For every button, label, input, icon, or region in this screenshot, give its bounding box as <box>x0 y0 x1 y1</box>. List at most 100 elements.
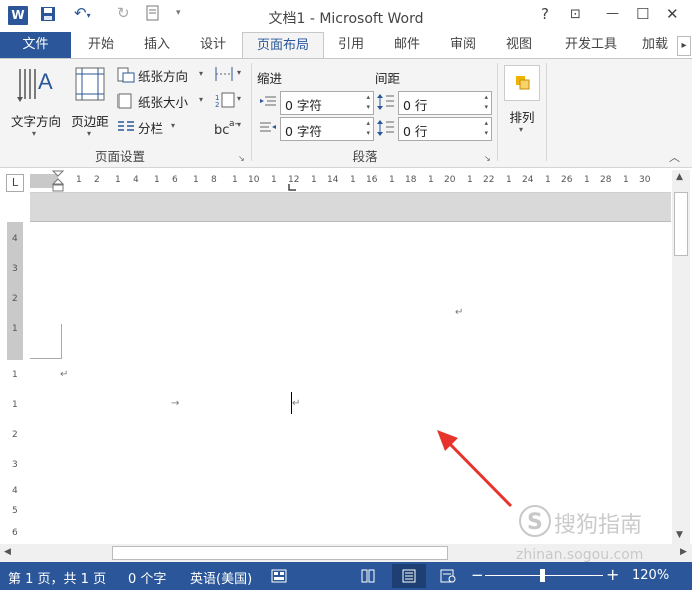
tab-mailings[interactable]: 邮件 <box>386 32 428 58</box>
tab-selector-button[interactable]: L <box>6 174 24 192</box>
line-numbers-button[interactable]: 12 ▾ <box>214 91 246 111</box>
web-layout-icon[interactable] <box>440 569 456 583</box>
size-button[interactable]: 纸张大小 ▾ <box>117 91 213 111</box>
word-count[interactable]: 0 个字 <box>128 568 166 587</box>
tab-view[interactable]: 视图 <box>498 32 540 58</box>
spin-down-icon[interactable]: ▾ <box>366 129 370 137</box>
tab-scroll-right-icon[interactable]: ▸ <box>677 36 691 56</box>
spin-down-icon[interactable]: ▾ <box>366 103 370 111</box>
ruler-tick: 4 <box>12 234 18 244</box>
status-bar: 第 1 页，共 1 页 0 个字 英语(美国) − + 120% <box>0 562 692 590</box>
ruler-tick: 1 <box>545 175 551 185</box>
text-direction-button[interactable]: A 文字方向 ▾ <box>6 63 66 141</box>
group-separator <box>251 63 252 161</box>
indent-right-icon <box>260 122 276 132</box>
indent-left-icon <box>260 96 276 106</box>
ruler-tick: 1 <box>115 175 121 185</box>
language-indicator[interactable]: 英语(美国) <box>190 568 252 587</box>
svg-text:A: A <box>38 69 53 94</box>
arrange-label: 排列 <box>509 110 535 125</box>
svg-text:bc: bc <box>214 123 229 137</box>
ruler-tick: 1 <box>389 175 395 185</box>
ruler-tick: 1 <box>271 175 277 185</box>
vertical-scroll-thumb[interactable] <box>674 192 688 256</box>
paragraph-group-label: 段落 <box>352 149 378 164</box>
title-bar: W ↶▾ ↻ ▾ 文档1 - Microsoft Word ? ⊡ — ☐ ✕ <box>0 0 692 32</box>
vertical-ruler[interactable]: 4 3 2 1 1 1 2 3 4 5 6 <box>5 222 25 544</box>
spin-up-icon[interactable]: ▴ <box>366 119 370 127</box>
page-setup-launcher-icon[interactable]: ↘ <box>238 154 245 163</box>
tab-insert[interactable]: 插入 <box>136 32 178 58</box>
ruler-tick: 1 <box>12 324 18 334</box>
ruler-tick: 3 <box>12 264 18 274</box>
zoom-in-button[interactable]: + <box>606 565 619 584</box>
tab-references[interactable]: 引用 <box>330 32 372 58</box>
zoom-slider-thumb[interactable] <box>540 569 545 582</box>
tab-addins[interactable]: 加载 <box>642 32 678 58</box>
group-separator <box>497 63 498 161</box>
watermark-brand: 搜狗指南 <box>554 513 643 538</box>
zoom-slider[interactable] <box>485 569 603 582</box>
text-direction-label: 文字方向 <box>10 114 61 129</box>
group-separator <box>546 63 547 161</box>
ruler-tick: 4 <box>133 175 139 185</box>
size-dropdown-icon: ▾ <box>199 95 204 104</box>
watermark-url: zhinan.sogou.com <box>516 547 644 563</box>
print-layout-button[interactable] <box>392 564 426 588</box>
margins-dropdown-icon: ▾ <box>87 129 92 138</box>
tab-developer[interactable]: 开发工具 <box>556 32 626 58</box>
tab-stop-marker-icon[interactable] <box>287 184 297 192</box>
indent-marker-icon[interactable] <box>52 170 64 194</box>
margins-button[interactable]: 页边距 ▾ <box>67 63 113 141</box>
horizontal-scroll-thumb[interactable] <box>112 546 448 560</box>
maximize-button[interactable]: ☐ <box>636 5 649 23</box>
breaks-button[interactable]: ▾ <box>214 65 246 85</box>
vertical-scrollbar[interactable]: ▲ ▼ <box>672 170 690 544</box>
close-button[interactable]: ✕ <box>666 5 679 23</box>
ruler-tick: 28 <box>600 175 612 185</box>
tab-page-layout[interactable]: 页面布局 <box>242 32 324 60</box>
size-label: 纸张大小 <box>138 95 189 110</box>
hyphenation-button[interactable]: bc a- ▾ <box>214 117 246 138</box>
macro-record-icon[interactable] <box>271 569 287 583</box>
zoom-out-button[interactable]: − <box>471 566 484 584</box>
spin-up-icon[interactable]: ▴ <box>484 93 488 101</box>
tab-file[interactable]: 文件 <box>0 32 71 58</box>
arrange-button[interactable]: 排列 ▾ <box>502 63 542 141</box>
tab-home[interactable]: 开始 <box>80 32 122 58</box>
ruler-tick: 4 <box>12 486 18 496</box>
ruler-tick: 1 <box>311 175 317 185</box>
zoom-level[interactable]: 120% <box>632 568 669 583</box>
spacing-after-input[interactable]: 0 行 ▴ ▾ <box>398 117 492 141</box>
scroll-down-icon[interactable]: ▼ <box>676 530 683 540</box>
columns-button[interactable]: 分栏 ▾ <box>117 117 187 137</box>
horizontal-ruler[interactable]: 1 2 1 4 1 6 1 8 1 10 1 12 1 14 1 16 1 18… <box>30 170 671 193</box>
print-layout-icon <box>402 569 416 583</box>
scroll-left-icon[interactable]: ◀ <box>4 547 11 557</box>
minimize-button[interactable]: — <box>606 6 619 21</box>
read-mode-icon[interactable] <box>361 569 375 583</box>
indent-right-value: 0 字符 <box>285 124 322 139</box>
spin-up-icon[interactable]: ▴ <box>366 93 370 101</box>
page-count[interactable]: 第 1 页，共 1 页 <box>8 568 106 587</box>
scroll-right-icon[interactable]: ▶ <box>680 547 687 557</box>
ruler-tick: 6 <box>12 528 18 538</box>
tab-design[interactable]: 设计 <box>192 32 234 58</box>
help-button[interactable]: ? <box>541 5 549 23</box>
paragraph-launcher-icon[interactable]: ↘ <box>484 154 491 163</box>
hyphenation-icon: bc a- <box>214 119 238 138</box>
indent-right-input[interactable]: 0 字符 ▴ ▾ <box>280 117 374 141</box>
orientation-button[interactable]: 纸张方向 ▾ <box>117 65 213 85</box>
page-top-gap <box>30 193 671 222</box>
spin-up-icon[interactable]: ▴ <box>484 119 488 127</box>
document-page[interactable]: ↵ → ↵ ↵ S 搜狗指南 zhinan.sogou.com <box>30 222 671 563</box>
collapse-ribbon-icon[interactable]: ︿ <box>669 149 680 165</box>
ruler-tick: 1 <box>584 175 590 185</box>
spacing-before-input[interactable]: 0 行 ▴ ▾ <box>398 91 492 115</box>
spin-down-icon[interactable]: ▾ <box>484 103 488 111</box>
indent-left-input[interactable]: 0 字符 ▴ ▾ <box>280 91 374 115</box>
scroll-up-icon[interactable]: ▲ <box>676 172 683 182</box>
spin-down-icon[interactable]: ▾ <box>484 129 488 137</box>
tab-review[interactable]: 审阅 <box>442 32 484 58</box>
ribbon-display-button[interactable]: ⊡ <box>570 7 581 22</box>
